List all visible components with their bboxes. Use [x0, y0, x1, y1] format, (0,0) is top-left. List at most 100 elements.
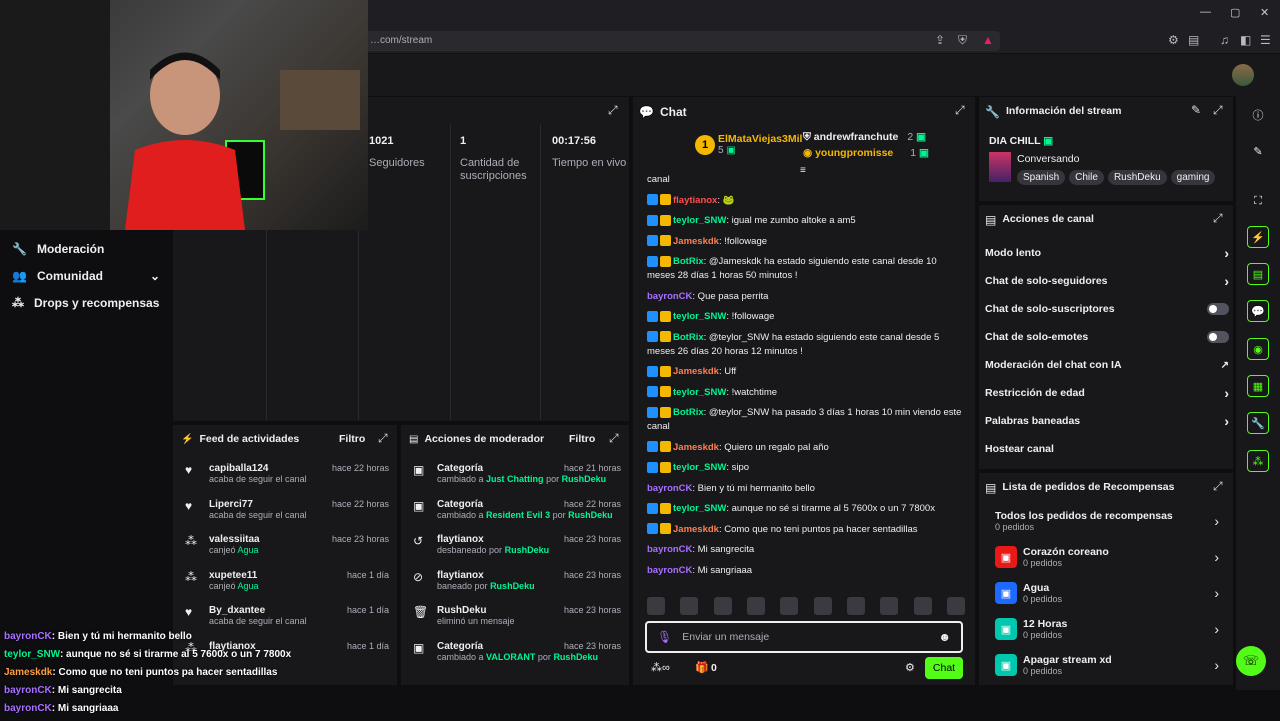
chat-username[interactable]: teylor_SNW [673, 462, 726, 473]
edit-icon[interactable]: ✎ [1247, 140, 1269, 162]
music-icon[interactable]: ♫ [1220, 33, 1229, 47]
support-button[interactable]: ☏ [1236, 646, 1266, 676]
activity-user[interactable]: valessiitaa [209, 534, 260, 545]
emote-icon[interactable] [713, 597, 732, 615]
list-item[interactable]: ⁂ valessiitaa canjeó Agua hace 23 horas [185, 530, 389, 566]
channel-action-item[interactable]: Hostear canal [985, 435, 1229, 463]
minimize-icon[interactable]: — [1200, 6, 1211, 18]
gift-icon[interactable]: 🎁 [695, 661, 709, 674]
popout-icon[interactable]: ⤢ [955, 103, 965, 118]
mod-actions-icon[interactable]: ▦ [1247, 375, 1269, 397]
emote-icon[interactable] [746, 597, 765, 615]
chat-username[interactable]: teylor_SNW [673, 311, 726, 322]
channel-action-item[interactable]: Modo lento › [985, 239, 1229, 267]
list-item[interactable]: ▣ Categoría cambiado a VALORANT por RushDe… [413, 637, 621, 673]
close-icon[interactable]: ✕ [1260, 6, 1269, 19]
reward-item[interactable]: ▣ Apagar stream xd 0 pedidos › [995, 647, 1219, 683]
toggle-switch[interactable] [1207, 331, 1229, 343]
bolt-icon[interactable]: ⚡ [1247, 226, 1269, 248]
chat-username[interactable]: Jameskdk [673, 366, 719, 377]
chat-username[interactable]: bayronCK [647, 483, 692, 494]
popout-icon[interactable]: ⤢ [378, 431, 388, 446]
chat-icon[interactable]: 💬 [1247, 300, 1269, 322]
channel-action-item[interactable]: Moderación del chat con IA ↗ [985, 351, 1229, 379]
channel-action-item[interactable]: Palabras baneadas › [985, 407, 1229, 435]
emote-icon[interactable] [680, 597, 699, 615]
edit-icon[interactable]: ✎ [1191, 103, 1201, 117]
list-item[interactable]: 🗑 RushDeku eliminó un mensaje hace 23 hora… [413, 601, 621, 637]
activity-user[interactable]: Liperci77 [209, 499, 307, 510]
activity-user[interactable]: xupetee11 [209, 570, 259, 581]
sidebar-icon[interactable]: ◧ [1240, 33, 1251, 47]
brave-rewards-icon[interactable]: ▲ [982, 33, 994, 47]
chat-input[interactable]: 🎙 Enviar un mensaje ☻ [645, 621, 963, 653]
list-item[interactable]: ⊘ flaytianox baneado por RushDeku hace 23 h… [413, 566, 621, 602]
list-icon[interactable]: ▤ [1247, 263, 1269, 285]
crop-icon[interactable]: ⛶ [1247, 190, 1269, 212]
tag[interactable]: gaming [1170, 170, 1216, 185]
points-icon[interactable]: ⁂∞ [651, 661, 670, 674]
emote-icon[interactable] [647, 597, 665, 615]
reward-item[interactable]: ▣ Corazón coreano 0 pedidos › [995, 539, 1219, 575]
shield-icon[interactable]: ⛨ [958, 33, 967, 48]
channel-action-item[interactable]: Chat de solo-emotes [985, 323, 1229, 351]
leaderboard-top[interactable]: ElMataViejas3Mil 5 ▣ [718, 133, 802, 156]
settings-icon[interactable]: ⚙ [905, 661, 915, 674]
popout-icon[interactable]: ⤢ [1213, 211, 1223, 226]
emote-icon[interactable] [780, 597, 799, 615]
emote-icon[interactable] [846, 597, 865, 615]
emote-icon[interactable] [813, 597, 832, 615]
list-item[interactable]: ▣ Categoría cambiado a Resident Evil 3 por… [413, 495, 621, 531]
chat-username[interactable]: bayronCK [647, 544, 692, 555]
nav-item-drops[interactable]: ⁂ Drops y recompensas [12, 296, 159, 310]
chat-username[interactable]: Jameskdk [673, 524, 719, 535]
list-item[interactable]: ♥ Liperci77 acaba de seguir el canal hace … [185, 495, 389, 531]
filter-button[interactable]: Filtro [569, 433, 595, 445]
all-rewards-item[interactable]: Todos los pedidos de recompensas 0 pedido… [995, 503, 1219, 539]
emoji-icon[interactable]: ☻ [938, 630, 951, 644]
list-item[interactable]: ⁂ xupetee11 canjeó Agua hace 1 día [185, 566, 389, 602]
tag[interactable]: RushDeku [1107, 170, 1167, 185]
channel-action-item[interactable]: Restricción de edad › [985, 379, 1229, 407]
chat-username[interactable]: BotRix [673, 407, 704, 418]
chat-username[interactable]: bayronCK [647, 565, 692, 576]
nav-item-moderacion[interactable]: 🔧 Moderación [12, 242, 104, 256]
broadcast-icon[interactable]: ◉ [1247, 338, 1269, 360]
chat-username[interactable]: BotRix [673, 332, 704, 343]
maximize-icon[interactable]: ▢ [1230, 6, 1240, 19]
chat-username[interactable]: bayronCK [647, 291, 692, 302]
popout-icon[interactable]: ⤢ [1213, 103, 1223, 118]
chat-username[interactable]: teylor_SNW [673, 215, 726, 226]
category-name[interactable]: Conversando [1017, 153, 1079, 165]
popout-icon[interactable]: ⤢ [609, 431, 619, 446]
share-icon[interactable]: ⇪ [935, 33, 945, 47]
popout-icon[interactable]: ⤢ [608, 103, 618, 118]
avatar[interactable] [1232, 64, 1254, 86]
toggle-switch[interactable] [1207, 303, 1229, 315]
tag[interactable]: Spanish [1017, 170, 1066, 185]
send-chat-button[interactable]: Chat [925, 657, 963, 679]
filter-button[interactable]: Filtro [339, 433, 365, 445]
list-item[interactable]: ♥ capiballa124 acaba de seguir el canal ha… [185, 459, 389, 495]
reward-item[interactable]: ▣ 12 Horas 0 pedidos › [995, 611, 1219, 647]
reward-item[interactable]: ▣ Agua 0 pedidos › [995, 575, 1219, 611]
wrench-icon[interactable]: 🔧 [1247, 412, 1269, 434]
emote-icon[interactable] [880, 597, 899, 615]
emote-icon[interactable] [946, 597, 965, 615]
popout-icon[interactable]: ⤢ [1213, 479, 1223, 494]
mic-icon[interactable]: 🎙 [657, 630, 672, 644]
category-thumbnail[interactable] [989, 152, 1011, 182]
channel-action-item[interactable]: Chat de solo-suscriptores [985, 295, 1229, 323]
leaderboard-second[interactable]: ⛨ andrewfranchute 2 ▣ [803, 131, 926, 144]
chat-username[interactable]: teylor_SNW [673, 387, 726, 398]
list-item[interactable]: ↺ flaytianox desbaneado por RushDeku hace 2… [413, 530, 621, 566]
emote-icon[interactable] [913, 597, 932, 615]
extensions-icon[interactable]: ⚙ [1168, 33, 1179, 47]
nav-item-comunidad[interactable]: 👥 Comunidad ⌄ [12, 269, 160, 283]
points-icon[interactable]: ⁂ [1247, 450, 1269, 472]
activity-user[interactable]: capiballa124 [209, 463, 307, 474]
menu-icon[interactable]: ☰ [1260, 33, 1271, 47]
chat-username[interactable]: flaytianox [673, 195, 717, 206]
info-icon[interactable]: ⓘ [1247, 104, 1269, 126]
chat-username[interactable]: Jameskdk [673, 236, 719, 247]
